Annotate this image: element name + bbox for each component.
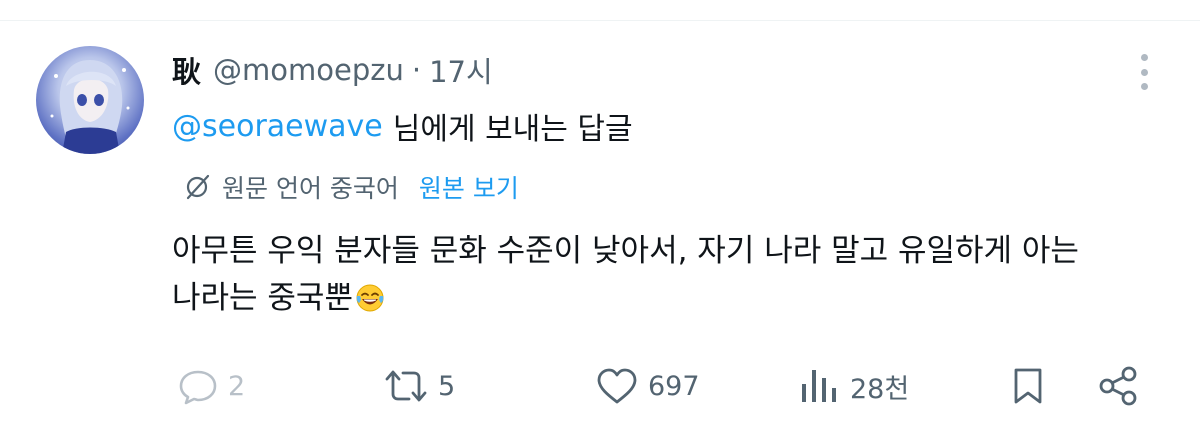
share-button[interactable] bbox=[1096, 356, 1142, 416]
translation-label: 원문 언어 중국어 bbox=[222, 174, 399, 203]
share-icon bbox=[1099, 366, 1137, 406]
laughing-tears-emoji-icon bbox=[356, 284, 384, 312]
retweet-button[interactable]: 5 bbox=[382, 356, 455, 416]
replying-to: @seoraewave 님에게 보내는 답글 bbox=[172, 105, 633, 148]
reply-mention-link[interactable]: @seoraewave bbox=[172, 109, 383, 144]
bar-chart-icon bbox=[802, 370, 836, 402]
more-dots-icon bbox=[1140, 54, 1148, 61]
like-count: 697 bbox=[648, 370, 700, 402]
like-button[interactable]: 697 bbox=[594, 356, 700, 416]
tweet-text-line: 나라는 중국뿐 bbox=[172, 280, 353, 316]
user-handle[interactable]: @momoepzu bbox=[213, 53, 404, 87]
reply-to-suffix: 님에게 보내는 답글 bbox=[392, 112, 633, 147]
avatar-image bbox=[50, 60, 130, 154]
reply-button[interactable]: 2 bbox=[176, 356, 245, 416]
bookmark-icon bbox=[1014, 368, 1042, 404]
more-dots-icon bbox=[1140, 68, 1148, 76]
tweet-text-line: 아무튼 우익 분자들 문화 수준이 낮아서, 자기 나라 말고 유일하게 아는 bbox=[172, 233, 1079, 269]
bookmark-button[interactable] bbox=[1008, 356, 1048, 416]
tweet-actions: 2 5 697 28천 bbox=[0, 356, 1200, 416]
tweet-header: 耿 @momoepzu · 17시 bbox=[172, 50, 493, 90]
translation-notice: 원문 언어 중국어 원본 보기 bbox=[184, 168, 519, 206]
reply-count: 2 bbox=[228, 370, 246, 402]
more-dots-icon bbox=[1140, 83, 1148, 90]
views-button[interactable]: 28천 bbox=[798, 356, 909, 416]
display-name[interactable]: 耿 bbox=[172, 49, 201, 91]
tweet-timestamp[interactable]: 17시 bbox=[429, 49, 493, 91]
views-count: 28천 bbox=[850, 373, 910, 405]
show-original-link[interactable]: 원본 보기 bbox=[419, 169, 519, 205]
speech-bubble-icon bbox=[179, 370, 217, 405]
tweet-text-line-2: 나라는 중국뿐 bbox=[172, 275, 1132, 322]
globe-slash-icon bbox=[186, 174, 210, 200]
retweet-count: 5 bbox=[438, 370, 456, 402]
more-options-button[interactable] bbox=[1130, 52, 1158, 92]
avatar[interactable] bbox=[36, 46, 144, 154]
tweet-text: 아무튼 우익 분자들 문화 수준이 낮아서, 자기 나라 말고 유일하게 아는 … bbox=[172, 228, 1132, 322]
top-divider bbox=[0, 20, 1200, 21]
retweet-icon bbox=[385, 370, 427, 402]
heart-icon bbox=[597, 368, 637, 404]
header-separator: · bbox=[411, 53, 422, 87]
